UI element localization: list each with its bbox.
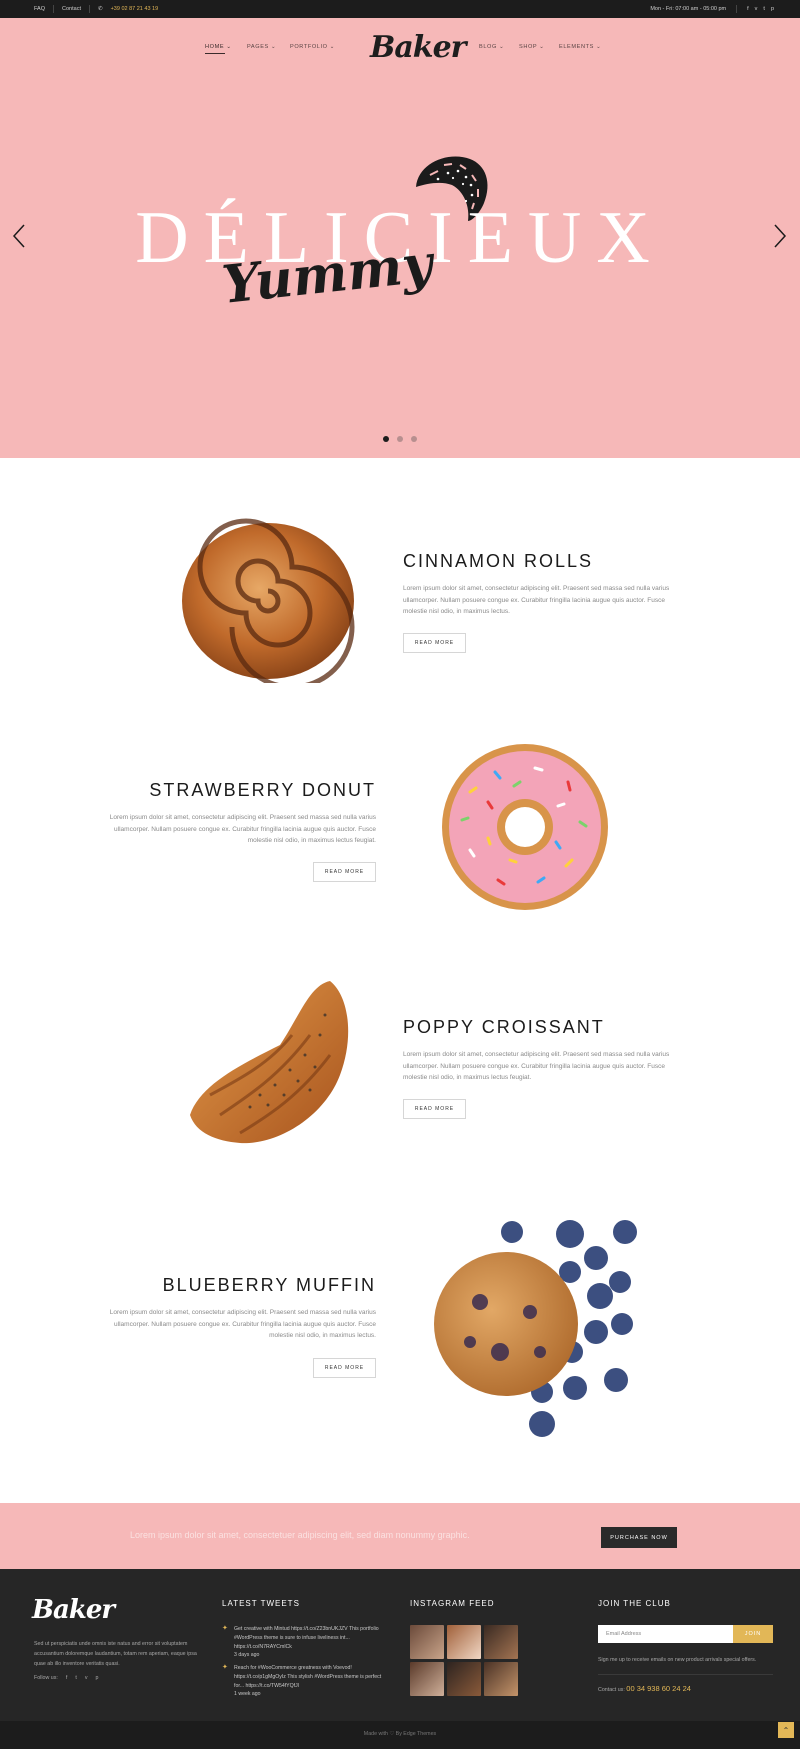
tweet-item: ✦ Get creative with Mintud https://t.co/… [222, 1625, 382, 1660]
nav-label: SHOP [519, 44, 538, 50]
top-bar-right: Mon - Fri: 07:00 am - 05:00 pm f v t p [650, 0, 774, 18]
read-more-button[interactable]: READ MORE [313, 862, 376, 882]
follow-label: Follow us: [34, 1675, 58, 1681]
phone-icon: ✆ [97, 6, 103, 12]
product-description: Lorem ipsum dolor sit amet, consectetur … [403, 1051, 670, 1081]
promo-text: Lorem ipsum dolor sit amet, consectetuer… [130, 1530, 470, 1540]
tweet-text[interactable]: Get creative with Mintud https://t.co/Z2… [234, 1625, 382, 1651]
strawberry-donut-image [442, 744, 608, 910]
purchase-now-button[interactable]: PURCHASE NOW [601, 1527, 677, 1548]
nav-item-elements[interactable]: ELEMENTS ⌄ [559, 44, 601, 50]
product-title: POPPY CROISSANT [403, 1017, 605, 1037]
nav-item-home[interactable]: HOME ⌄ [205, 44, 232, 54]
footer-follow: Follow us: f t v p [34, 1675, 98, 1681]
twitter-bird-icon: ✦ [222, 1625, 228, 1632]
facebook-icon[interactable]: f [66, 1675, 67, 1681]
nav-label: PAGES [247, 44, 269, 50]
facebook-icon[interactable]: f [747, 6, 749, 12]
top-bar-left: FAQ Contact ✆ +39 02 87 21 43 19 [34, 0, 158, 18]
hero-slider: HOME ⌄ PAGES ⌄ PORTFOLIO ⌄ Baker BLOG ⌄ … [0, 18, 800, 458]
contact-link[interactable]: Contact [62, 6, 81, 12]
faq-link[interactable]: FAQ [34, 6, 45, 12]
instagram-thumb[interactable] [447, 1662, 481, 1696]
next-slide-arrow-icon[interactable] [773, 224, 787, 248]
phone-number[interactable]: +39 02 87 21 43 19 [111, 6, 159, 12]
tweet-text[interactable]: Reach for #WooCommerce greatness with Vo… [234, 1664, 382, 1690]
product-title: STRAWBERRY DONUT [149, 780, 376, 800]
product-description: Lorem ipsum dolor sit amet, consectetur … [109, 814, 376, 844]
slider-pagination [383, 436, 417, 442]
twitter-icon[interactable]: t [763, 6, 765, 12]
nav-label: BLOG [479, 44, 497, 50]
instagram-thumb[interactable] [484, 1625, 518, 1659]
read-more-button[interactable]: READ MORE [403, 633, 466, 653]
footer-contact: Contact us: 00 34 938 60 24 24 [598, 1684, 691, 1693]
slider-dot[interactable] [383, 436, 389, 442]
slider-dot[interactable] [411, 436, 417, 442]
divider [53, 5, 55, 13]
product-title: CINNAMON ROLLS [403, 551, 594, 571]
tweet-item: ✦ Reach for #WooCommerce greatness with … [222, 1664, 382, 1699]
instagram-thumb[interactable] [484, 1662, 518, 1696]
nav-item-shop[interactable]: SHOP ⌄ [519, 44, 545, 50]
twitter-bird-icon: ✦ [222, 1664, 228, 1671]
instagram-heading: INSTAGRAM FEED [410, 1599, 495, 1608]
join-club-heading: JOIN THE CLUB [598, 1599, 671, 1608]
blueberry-muffin-image [434, 1220, 637, 1437]
poppy-croissant-image [190, 981, 349, 1144]
email-field[interactable]: Email Address [598, 1625, 734, 1643]
twitter-icon[interactable]: t [75, 1675, 76, 1681]
signup-text: Sign me up to receive emails on new prod… [598, 1657, 757, 1663]
vimeo-icon[interactable]: v [85, 1675, 88, 1681]
join-button[interactable]: JOIN [733, 1625, 773, 1643]
instagram-thumb[interactable] [410, 1625, 444, 1659]
contact-label: Contact us: [598, 1687, 625, 1693]
instagram-thumb[interactable] [410, 1662, 444, 1696]
prev-slide-arrow-icon[interactable] [12, 224, 26, 248]
nav-label: ELEMENTS [559, 44, 594, 50]
read-more-button[interactable]: READ MORE [403, 1099, 466, 1119]
nav-item-portfolio[interactable]: PORTFOLIO ⌄ [290, 44, 335, 50]
top-bar: FAQ Contact ✆ +39 02 87 21 43 19 Mon - F… [0, 0, 800, 18]
tweet-time: 1 week ago [234, 1691, 261, 1698]
nav-item-blog[interactable]: BLOG ⌄ [479, 44, 504, 50]
product-description: Lorem ipsum dolor sit amet, consectetur … [403, 585, 670, 615]
credits: Made with ♡ By Edge Themes [0, 1731, 800, 1737]
cinnamon-roll-image [182, 518, 355, 683]
vimeo-icon[interactable]: v [755, 6, 758, 12]
credits-by[interactable]: By Edge Themes [396, 1731, 437, 1737]
product-description: Lorem ipsum dolor sit amet, consectetur … [109, 1309, 376, 1339]
pinterest-icon[interactable]: p [771, 6, 774, 12]
main-navigation: HOME ⌄ PAGES ⌄ PORTFOLIO ⌄ Baker BLOG ⌄ … [0, 18, 800, 80]
read-more-button[interactable]: READ MORE [313, 1358, 376, 1378]
instagram-feed [410, 1625, 518, 1696]
slider-dot[interactable] [397, 436, 403, 442]
divider [736, 5, 738, 13]
social-links: f v t p [747, 6, 774, 12]
instagram-thumb[interactable] [447, 1625, 481, 1659]
footer-logo[interactable]: Baker [32, 1595, 115, 1625]
footer-about-text: Sed ut perspiciatis unde omnis iste natu… [34, 1641, 197, 1667]
heart-icon: ♡ [389, 1731, 395, 1737]
pinterest-icon[interactable]: p [95, 1675, 98, 1681]
made-with-text: Made with [363, 1731, 388, 1737]
contact-number[interactable]: 00 34 938 60 24 24 [626, 1684, 691, 1693]
footer: Baker Sed ut perspiciatis unde omnis ist… [0, 1569, 800, 1721]
opening-hours: Mon - Fri: 07:00 am - 05:00 pm [650, 6, 727, 12]
tweet-time: 3 days ago [234, 1652, 260, 1659]
nav-label: PORTFOLIO [290, 44, 328, 50]
nav-label: HOME [205, 44, 225, 50]
bottom-bar: Made with ♡ By Edge Themes [0, 1721, 800, 1749]
tweets-heading: LATEST TWEETS [222, 1599, 300, 1608]
product-title: BLUEBERRY MUFFIN [162, 1275, 376, 1295]
divider [88, 5, 90, 13]
back-to-top-icon[interactable]: ⌃ [778, 1722, 794, 1738]
divider [598, 1674, 773, 1675]
promo-banner: Lorem ipsum dolor sit amet, consectetuer… [0, 1503, 800, 1569]
nav-item-pages[interactable]: PAGES ⌄ [247, 44, 276, 50]
site-logo[interactable]: Baker [370, 30, 466, 65]
